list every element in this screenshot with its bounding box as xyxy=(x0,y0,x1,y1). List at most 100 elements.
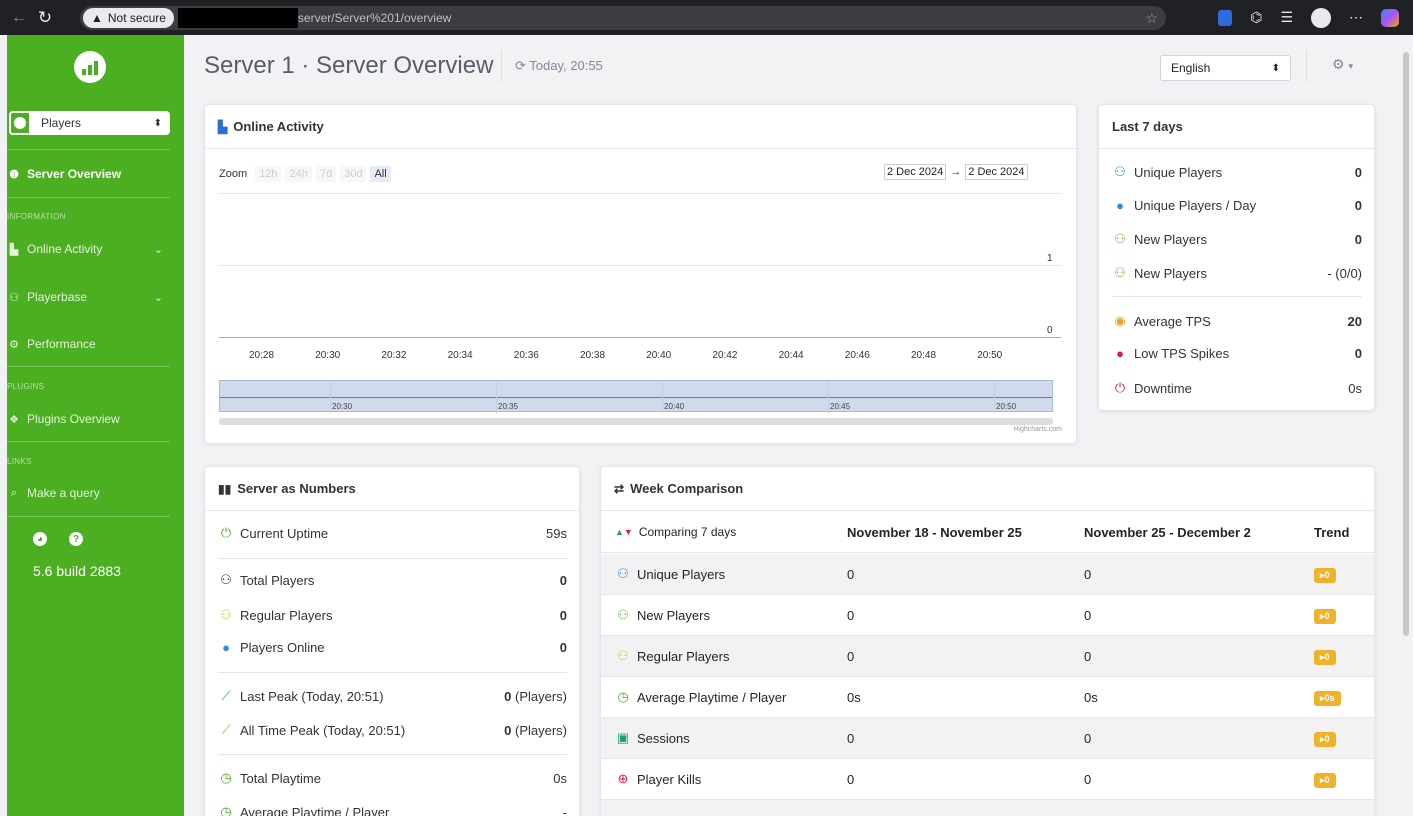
chevron-down-icon: ⌄ xyxy=(153,243,163,256)
language-select[interactable]: English ⬍ xyxy=(1160,55,1291,81)
trend-badge: ▸0s xyxy=(1314,690,1341,706)
settings-dropdown[interactable]: ⚙ ▾ xyxy=(1332,56,1353,73)
sidebar-item-playerbase[interactable]: ⚇ Playerbase ⌄ xyxy=(7,290,177,304)
table-row: ⚇ Unique Players 0 0 ▸0 xyxy=(601,554,1374,595)
palette-icon[interactable]: ◕ xyxy=(33,532,47,546)
users-icon: ⚇ xyxy=(1114,265,1126,280)
security-badge[interactable]: ▲ Not secure xyxy=(83,8,174,28)
exchange-icon: ⇄ xyxy=(614,481,625,496)
line-chart-icon: ⟋ xyxy=(221,722,231,737)
navigator-tick xyxy=(496,381,497,413)
extension-icon[interactable] xyxy=(1218,9,1233,26)
stat-row: ⟋ Last Peak (Today, 20:51) 0 (Players) xyxy=(218,688,567,704)
users-icon: ⚇ xyxy=(1114,164,1126,179)
sidebar-item-plugins-overview[interactable]: ❖ Plugins Overview xyxy=(7,412,177,426)
series-line xyxy=(219,337,1061,338)
users-icon: ⚇ xyxy=(617,607,629,622)
navigator-label: 20:35 xyxy=(498,402,519,411)
stat-row: ⚇ Total Players 0 xyxy=(218,572,567,588)
address-bar[interactable]: ▲ Not secure server/Server%201/overview … xyxy=(80,6,1166,30)
y-tick-label: 1 xyxy=(1047,253,1053,264)
x-tick-label: 20:32 xyxy=(381,350,407,361)
exclamation-icon: ● xyxy=(1116,346,1124,361)
navigator-label: 20:30 xyxy=(332,402,353,411)
power-icon: ⏻ xyxy=(220,525,232,540)
trend-badge: ▸0 xyxy=(1314,731,1336,747)
user-icon: ● xyxy=(1116,198,1124,213)
power-icon: ⏻ xyxy=(1114,380,1126,395)
stat-row: ⚇ Unique Players 0 xyxy=(1112,164,1362,180)
page-scrollbar[interactable] xyxy=(1403,52,1409,636)
trend-badge: ▸0 xyxy=(1314,608,1336,624)
zoom-all-button[interactable]: All xyxy=(370,166,391,182)
redacted-host xyxy=(177,8,298,28)
tachometer-icon: ◉ xyxy=(1114,313,1126,328)
more-icon[interactable]: ⋯ xyxy=(1349,9,1363,26)
sidebar-item-performance[interactable]: ⚙ Performance xyxy=(7,337,177,351)
page-title: Server 1 · Server Overview xyxy=(204,52,494,79)
refresh-button[interactable]: ⟳ Today, 20:55 xyxy=(515,58,603,74)
range-from-input[interactable]: 2 Dec 2024 xyxy=(884,164,947,180)
stat-row: ◷ Total Playtime 0s xyxy=(218,770,567,786)
info-icon: ❶ xyxy=(9,168,19,181)
x-tick-label: 20:40 xyxy=(646,350,672,361)
zoom-30d-button[interactable]: 30d xyxy=(340,166,367,182)
heading-plugins: PLUGINS xyxy=(7,382,45,391)
table-row: ⚇ New Players 0 0 ▸0 xyxy=(601,595,1374,636)
zoom-12h-button[interactable]: 12h xyxy=(255,166,282,182)
puzzle-icon[interactable]: ⌬ xyxy=(1250,9,1262,26)
users-icon: ⚇ xyxy=(220,572,232,587)
navigator-tick xyxy=(828,381,829,413)
x-tick-label: 20:44 xyxy=(778,350,804,361)
reload-icon[interactable]: ↻ xyxy=(30,8,60,28)
x-tick-label: 20:38 xyxy=(580,350,606,361)
bookmark-star-icon[interactable]: ☆ xyxy=(1145,10,1158,27)
user-icon: ● xyxy=(222,640,230,655)
x-tick-label: 20:36 xyxy=(513,350,539,361)
chart-area-icon: ▙ xyxy=(9,243,19,256)
chart-area-icon: ▙ xyxy=(218,119,228,134)
zoom-24h-button[interactable]: 24h xyxy=(285,166,312,182)
sort-caret-icon: ▲▼ xyxy=(615,527,633,537)
range-to-input[interactable]: 2 Dec 2024 xyxy=(965,164,1028,180)
zoom-7d-button[interactable]: 7d xyxy=(315,166,337,182)
compass-icon xyxy=(9,111,31,135)
sidebar-item-server-overview[interactable]: ❶ Server Overview xyxy=(7,167,177,181)
copilot-icon[interactable] xyxy=(1381,8,1399,27)
highcharts-credits[interactable]: Highcharts.com xyxy=(1013,426,1062,433)
plan-logo[interactable] xyxy=(74,51,106,83)
back-icon[interactable]: ← xyxy=(8,9,30,27)
select-arrows-icon: ⬍ xyxy=(153,117,162,129)
page-selector[interactable]: Players ⬍ xyxy=(9,111,170,135)
stat-row: ● Players Online 0 xyxy=(218,640,567,655)
stat-row: ● Low TPS Spikes 0 xyxy=(1112,346,1362,361)
warning-icon: ▲ xyxy=(91,11,103,25)
week-comparison-card: ⇄ Week Comparison ▲▼ Comparing 7 days No… xyxy=(600,466,1375,816)
x-tick-label: 20:30 xyxy=(315,350,341,361)
card-header: ⇄ Week Comparison xyxy=(601,467,1374,511)
stat-row: ◉ Average TPS 20 xyxy=(1112,313,1362,329)
sidebar-item-make-query[interactable]: ⌕ Make a query xyxy=(7,486,177,500)
clock-icon: ◷ xyxy=(220,804,232,816)
navigator-tick xyxy=(662,381,663,413)
profile-avatar[interactable] xyxy=(1311,7,1331,28)
sidebar-item-online-activity[interactable]: ▙ Online Activity ⌄ xyxy=(7,242,177,256)
help-icon[interactable]: ? xyxy=(69,532,83,546)
navigator-label: 20:45 xyxy=(830,402,851,411)
cogs-icon: ⚙ xyxy=(9,338,19,351)
favorites-icon[interactable]: ☰ xyxy=(1280,9,1293,26)
users-icon: ⚇ xyxy=(9,291,19,304)
last-7-days-card: Last 7 days ⚇ Unique Players 0 ● Unique Pl… xyxy=(1098,104,1375,411)
caret-down-icon: ▾ xyxy=(1348,61,1353,71)
server-numbers-card: ▮▮ Server as Numbers ⏻ Current Uptime 59s… xyxy=(204,466,580,816)
chart-navigator[interactable]: 20:30 20:35 20:40 20:45 20:50 xyxy=(219,380,1053,413)
select-arrows-icon: ⬍ xyxy=(1271,62,1280,74)
stat-row: ◷ Average Playtime / Player - xyxy=(218,804,567,816)
users-icon: ⚇ xyxy=(617,648,629,663)
heading-links: LINKS xyxy=(7,457,32,466)
chart-scrollbar[interactable] xyxy=(219,418,1053,425)
trend-badge: ▸0 xyxy=(1314,772,1336,788)
x-tick-label: 20:46 xyxy=(844,350,870,361)
sidebar: Players ⬍ ❶ Server Overview INFORMATION … xyxy=(7,35,184,816)
card-header: Last 7 days xyxy=(1099,105,1374,149)
